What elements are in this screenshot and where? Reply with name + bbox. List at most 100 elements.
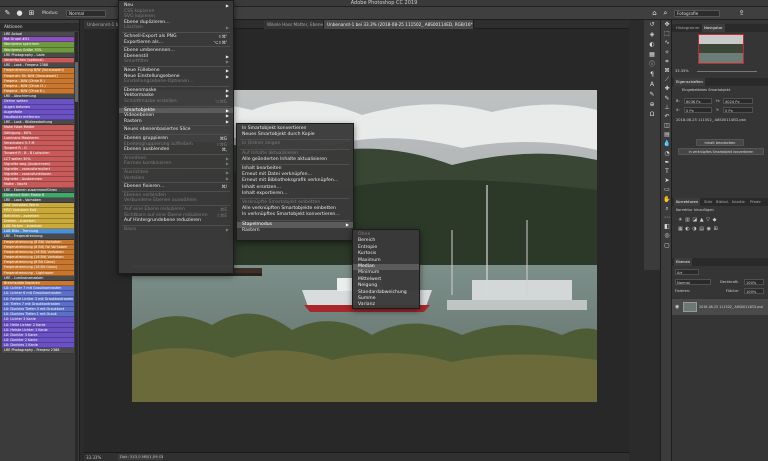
- document-tab[interactable]: Wikele Hass Matter, Ebenenmaske/8) ×: [264, 20, 324, 29]
- tab-layers[interactable]: Ebenen: [674, 258, 693, 266]
- brush-preset-icon[interactable]: ●: [15, 9, 24, 18]
- character-icon[interactable]: A: [644, 80, 660, 90]
- menu-item-ebenen-ausblenden[interactable]: Ebenen ausblenden ⌘,: [119, 147, 233, 153]
- tab-adjustments[interactable]: Korrekturen: [674, 198, 701, 206]
- menu-item-label: Einstellungsebene-Optionen…: [124, 79, 194, 85]
- tab-paths[interactable]: Pfade: [748, 198, 763, 206]
- menu-item-label: Rastern: [124, 118, 142, 124]
- so-menu-item-rastern[interactable]: Rastern: [237, 228, 353, 234]
- menu-item-einstellungsebene-optionen[interactable]: Einstellungsebene-Optionen…: [119, 79, 233, 85]
- menu-item-label: Exportieren als…: [124, 39, 164, 45]
- paragraph-icon[interactable]: ¶: [644, 70, 660, 80]
- y-field[interactable]: 0 Px: [723, 107, 753, 113]
- fill-field[interactable]: 100%: [744, 288, 764, 294]
- swatches-icon[interactable]: ▦: [644, 50, 660, 60]
- adjustment-icons[interactable]: ☀▥◪▲▽◆ ▦◐◑▤◉⊞: [678, 216, 758, 236]
- actions-scrollbar[interactable]: [75, 32, 78, 461]
- workspace-select[interactable]: Fotografie: [674, 10, 720, 17]
- tab-libraries[interactable]: Bibliot.: [714, 198, 731, 206]
- tab-channels[interactable]: Kanäle: [730, 198, 747, 206]
- menu-item-label: Median: [358, 264, 375, 269]
- document-tab-active[interactable]: Unbenannt-1 bei 33.3% (2018-08-25 111502…: [324, 20, 474, 29]
- opacity-label: Deckkraft:: [720, 280, 739, 284]
- actions-panel-title[interactable]: Aktionen: [4, 24, 23, 29]
- menu-item-label: Inhalt exportieren…: [242, 190, 288, 196]
- width-value: 6036 Px: [686, 99, 701, 104]
- menu-separator: [122, 66, 230, 67]
- menu-item-label: Ebenen ausblenden: [124, 147, 170, 153]
- menu-item-label: Summe: [358, 296, 376, 301]
- menu-item-ebenen-fixieren[interactable]: Ebenen fixieren… ⌘/: [119, 184, 233, 190]
- so-menu-item-alle-geanderten-inhalte-aktualisieren[interactable]: Alle geänderten Inhalte aktualisieren: [237, 157, 353, 163]
- mode-select[interactable]: Normal: [66, 10, 106, 17]
- navigator-zoom-slider[interactable]: [697, 71, 757, 72]
- menu-item-formen-kombinieren[interactable]: Formen kombinieren ▶: [119, 161, 233, 167]
- info-icon[interactable]: ⓘ: [644, 60, 660, 70]
- menu-item-label: In verknüpftes Smartobjekt konvertieren…: [242, 212, 340, 218]
- so-menu-item-in-ordner-zeigen[interactable]: In Ordner zeigen: [237, 141, 353, 147]
- blend-mode-select[interactable]: Normal: [675, 279, 711, 285]
- menu-item-label: Löschen: [124, 25, 143, 31]
- tab-properties[interactable]: Eigenschaften: [674, 78, 705, 86]
- opacity-field[interactable]: 100%: [744, 279, 764, 285]
- navigator-icon[interactable]: ◈: [644, 30, 660, 40]
- menu-item-label: Inhalt ersetzen…: [242, 184, 282, 190]
- menu-item-label: Ebenengruppierung aufheben: [124, 141, 193, 147]
- brush-settings-icon[interactable]: ⊞: [27, 9, 36, 18]
- tab-histogram[interactable]: Histogramm: [674, 24, 701, 32]
- actions-list: LRE Actual Rot Grupe #01 Wordpress speiche…: [2, 32, 74, 354]
- y-value: 0 Px: [725, 108, 733, 113]
- share-icon[interactable]: ⇪: [737, 9, 746, 18]
- stack-menu-item-varianz[interactable]: Varianz: [353, 302, 419, 308]
- menu-item-rastern[interactable]: Rastern ▶: [119, 119, 233, 125]
- menu-item-exportieren-als[interactable]: Exportieren als… ⌥⇧⌘': [119, 40, 233, 46]
- height-label: H:: [716, 99, 720, 103]
- glyphs-icon[interactable]: Ω: [644, 110, 660, 120]
- menu-item-verbundene-ebenen-auswahlen[interactable]: Verbundene Ebenen auswählen: [119, 198, 233, 204]
- menu-item-basis[interactable]: Basis ▶: [119, 227, 233, 233]
- layer-filter-select[interactable]: Art: [675, 269, 699, 275]
- menu-item-smartfilter[interactable]: Smartfilter ▶: [119, 59, 233, 65]
- edit-contents-button[interactable]: Inhalt bearbeiten: [696, 139, 744, 146]
- layer-name[interactable]: 2018-08-25 111502_ A8S00114ED.psb: [699, 305, 763, 309]
- so-menu-item-inhalt-exportieren[interactable]: Inhalt exportieren…: [237, 191, 353, 197]
- menu-item-neues-ebenenbasiertes-slice[interactable]: Neues ebenenbasiertes Slice: [119, 127, 233, 133]
- properties-panel-tabs: Eigenschaften: [672, 78, 768, 86]
- height-field[interactable]: 4024 Px: [723, 98, 753, 104]
- menu-item-auf-hintergrundebene-reduzieren[interactable]: Auf Hintergrundebene reduzieren: [119, 218, 233, 224]
- x-field[interactable]: 0 Px: [684, 107, 712, 113]
- layer-row[interactable]: ◉ 2018-08-25 111502_ A8S00114ED.psb: [672, 299, 768, 315]
- mode-select-value: Normal: [69, 11, 85, 16]
- menu-item-label: Standardabweichung: [358, 289, 407, 295]
- tab-styles[interactable]: Stile: [702, 198, 714, 206]
- y-label: Y:: [716, 108, 719, 112]
- menu-item-label: Smartobjekte: [124, 107, 156, 113]
- convert-linked-button[interactable]: In verknüpftes Smartobjekt konvertieren: [678, 148, 764, 155]
- brush-icon[interactable]: ✎: [644, 90, 660, 100]
- zoom-readout[interactable]: 33.33%: [86, 455, 101, 460]
- so-menu-item-in-verknupftes-smartobjekt-konvertieren[interactable]: In verknüpftes Smartobjekt konvertieren…: [237, 212, 353, 218]
- navigator-thumbnail[interactable]: [698, 34, 744, 64]
- tab-navigator[interactable]: Navigator: [702, 24, 725, 32]
- menu-item-loschen[interactable]: Löschen ▶: [119, 25, 233, 31]
- menu-separator: [122, 224, 230, 226]
- clone-source-icon[interactable]: ⊕: [644, 100, 660, 110]
- navigator-zoom[interactable]: 33.33%: [675, 69, 689, 73]
- home-icon[interactable]: ⌂: [650, 9, 659, 18]
- menu-item-schnittmaske-erstellen[interactable]: Schnittmaske erstellen ⌥⌘G: [119, 99, 233, 105]
- color-icon[interactable]: ◐: [644, 40, 660, 50]
- actions-scroll-thumb[interactable]: [75, 62, 78, 102]
- layer-menu: Neu ▶ CSS kopieren SVG kopieren Ebene dupliz…: [118, 0, 234, 274]
- history-icon[interactable]: ↺: [644, 20, 660, 30]
- menu-item-verteilen[interactable]: Verteilen ▶: [119, 176, 233, 182]
- menu-item-label: Ebenen fixieren…: [124, 184, 165, 190]
- height-value: 4024 Px: [725, 99, 740, 104]
- document-info[interactable]: Dok: 343,0 MB/1,09 GB: [118, 454, 163, 460]
- brush-tool-icon[interactable]: ✎: [3, 9, 12, 18]
- search-icon[interactable]: ⌕: [661, 9, 670, 18]
- layer-visibility-icon[interactable]: ◉: [675, 304, 679, 310]
- width-field[interactable]: 6036 Px: [684, 98, 712, 104]
- menu-item-label: Neues Smartobjekt durch Kopie: [242, 132, 315, 138]
- so-menu-item-neues-smartobjekt-durch-kopie[interactable]: Neues Smartobjekt durch Kopie: [237, 132, 353, 138]
- action-item[interactable]: LRE Photography - Freqenz 2388: [2, 348, 74, 354]
